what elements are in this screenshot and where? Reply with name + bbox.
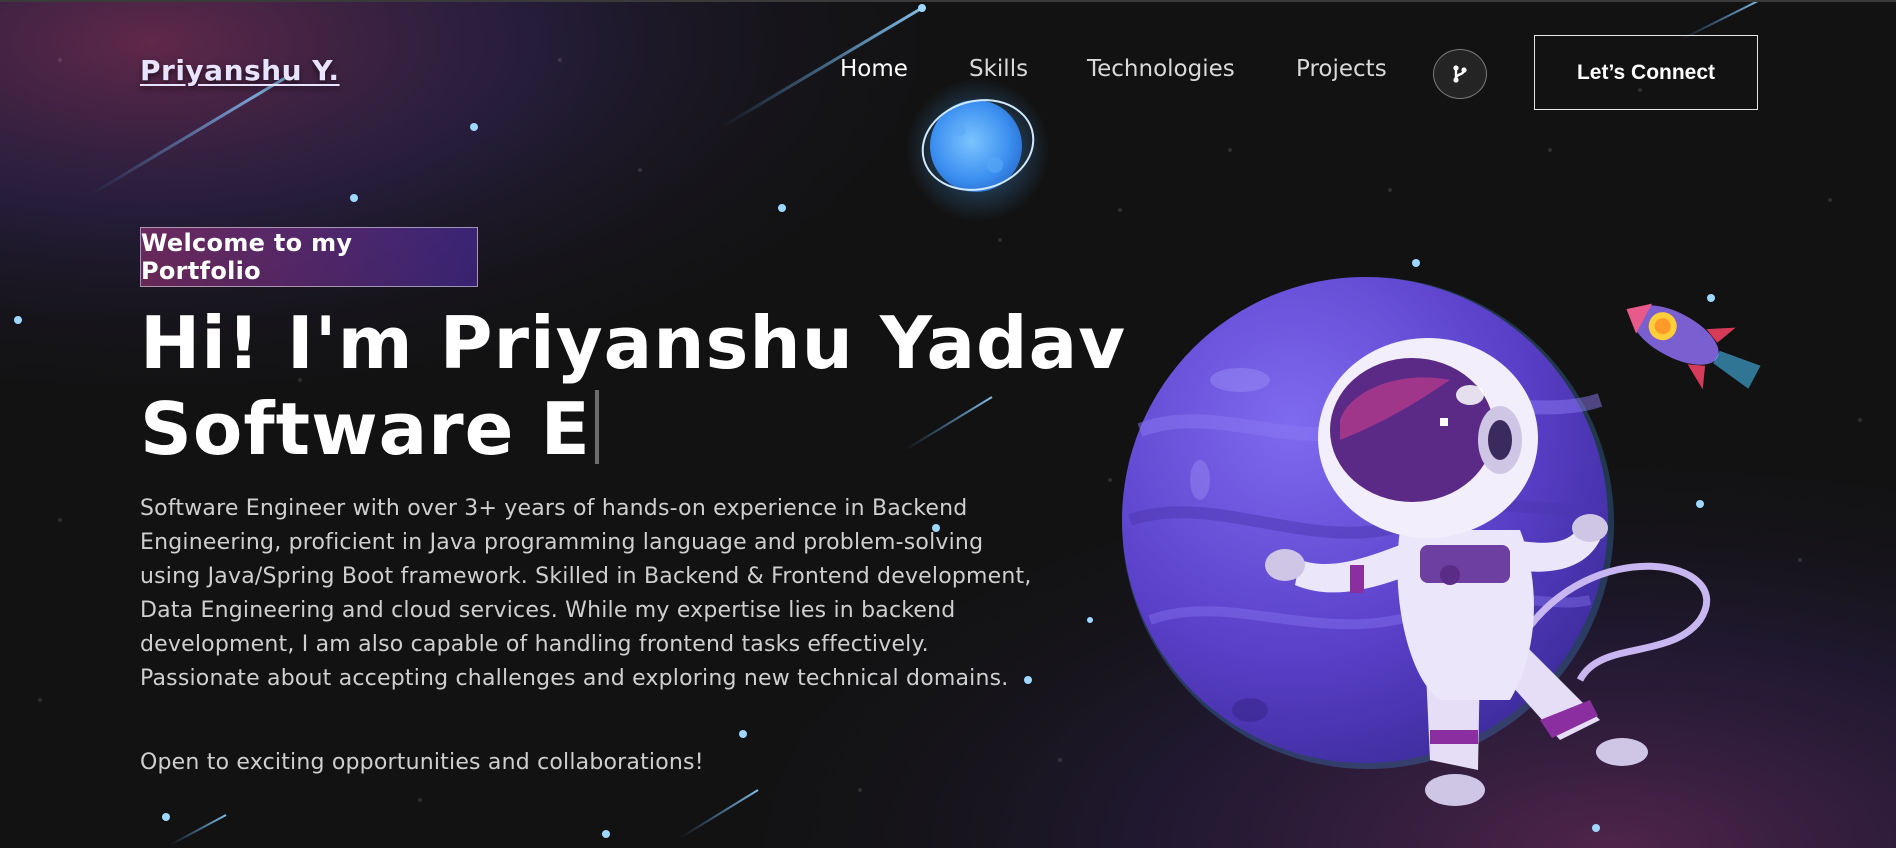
nav-link-home[interactable]: Home	[840, 56, 908, 82]
git-branch-icon	[1453, 65, 1467, 83]
nav-link-technologies[interactable]: Technologies	[1087, 56, 1235, 82]
nav-item-home[interactable]: Home	[840, 56, 908, 82]
logo[interactable]: Priyanshu Y.	[140, 54, 340, 87]
nav-link-skills[interactable]: Skills	[969, 56, 1028, 82]
hero-description: Software Engineer with over 3+ years of …	[140, 496, 1032, 691]
nav-item-technologies[interactable]: Technologies	[1087, 56, 1235, 82]
nav-item-projects[interactable]: Projects	[1296, 56, 1387, 82]
headline-typing-role: Software E	[140, 387, 591, 471]
lets-connect-button[interactable]: Let’s Connect	[1534, 35, 1758, 110]
github-button[interactable]	[1433, 49, 1487, 99]
hero-cta-text: Open to exciting opportunities and colla…	[140, 750, 704, 775]
welcome-badge: Welcome to my Portfolio	[140, 227, 478, 287]
typing-caret	[594, 390, 599, 464]
headline-greeting: Hi! I'm Priyanshu Yadav	[140, 301, 1127, 385]
nav-item-skills[interactable]: Skills	[969, 56, 1028, 82]
hero-headline: Hi! I'm Priyanshu Yadav Software E	[140, 300, 1126, 472]
top-border	[0, 0, 1896, 2]
nav-link-projects[interactable]: Projects	[1296, 56, 1387, 82]
glowing-blue-moon-illustration	[906, 78, 1050, 222]
